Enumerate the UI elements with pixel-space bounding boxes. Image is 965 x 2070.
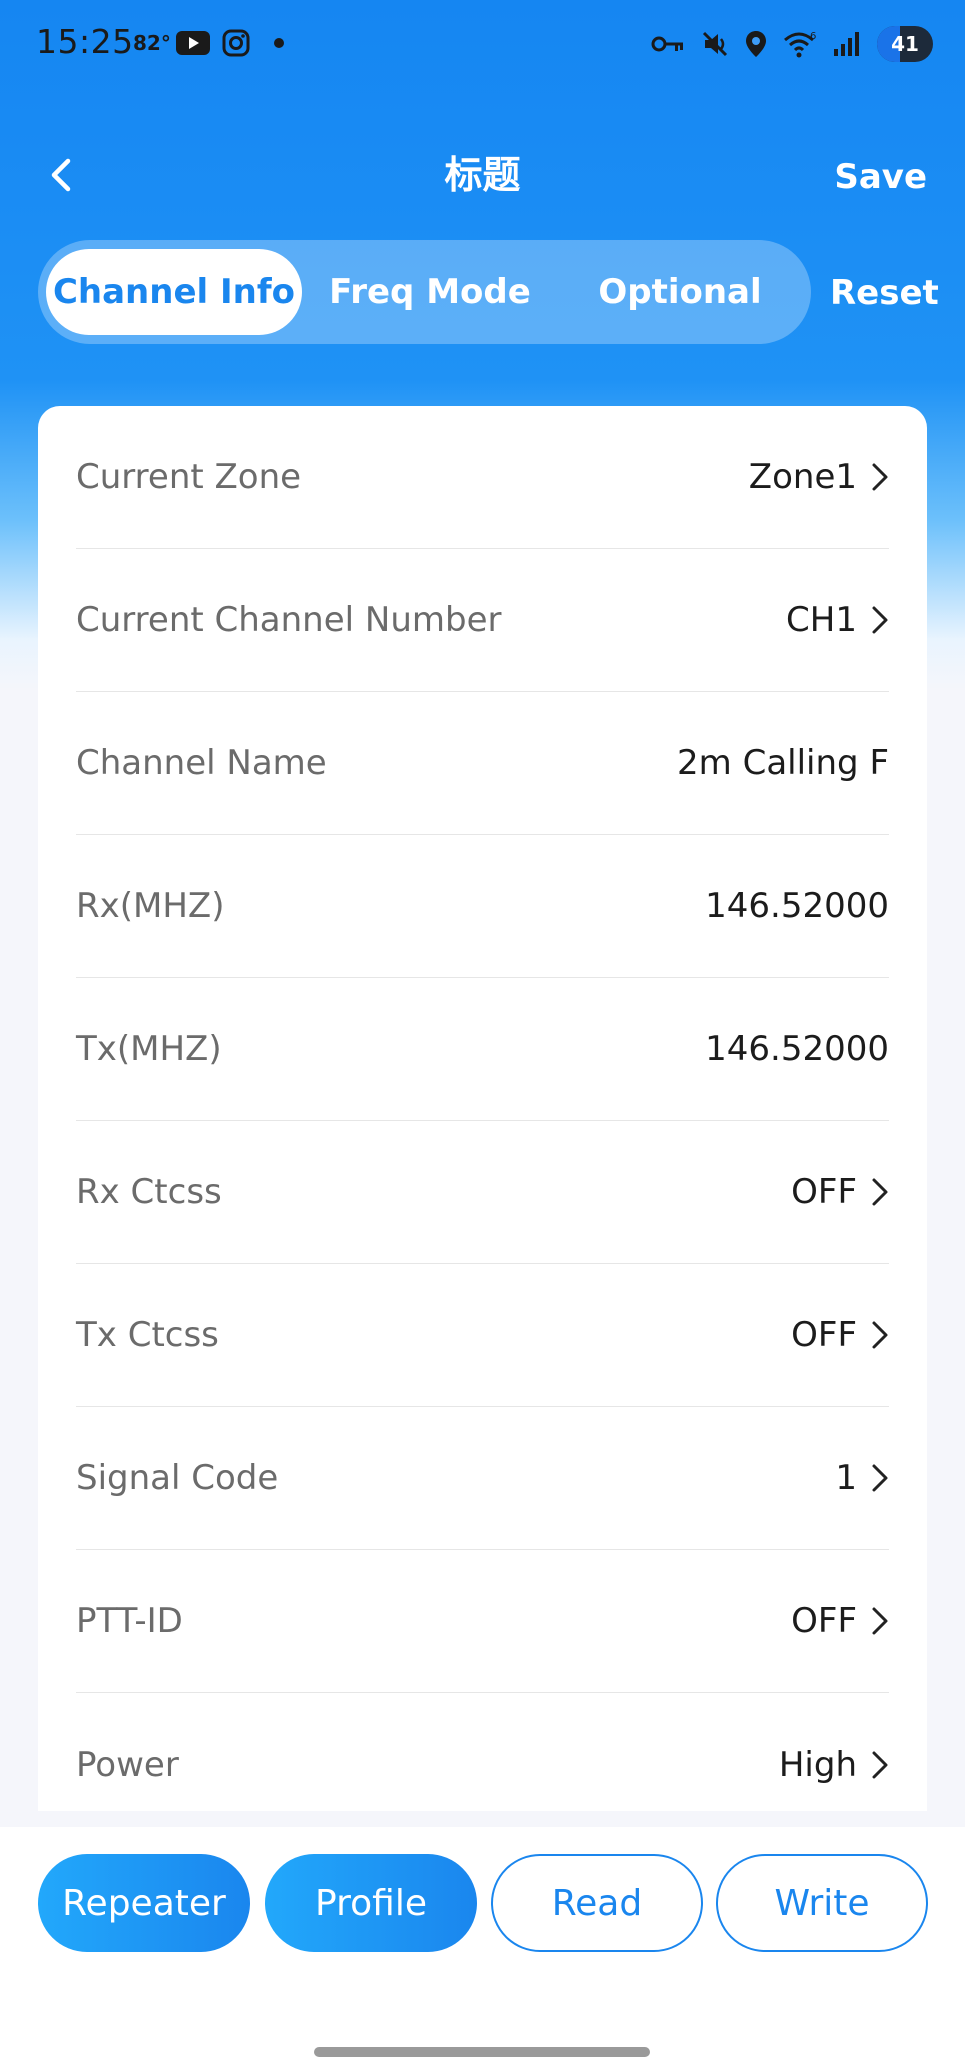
notification-dot-icon <box>274 38 284 48</box>
battery-icon: 41 <box>877 26 933 62</box>
bottom-action-bar: Repeater Profile Read Write <box>0 1827 965 2070</box>
reset-button[interactable]: Reset <box>830 268 939 318</box>
row-label: Tx(MHZ) <box>76 1029 222 1069</box>
chevron-right-icon <box>872 1464 888 1492</box>
home-indicator[interactable] <box>314 2047 650 2057</box>
row-value: High <box>778 1744 857 1785</box>
row-label: Current Zone <box>76 457 302 497</box>
row-value: 1 <box>835 1458 857 1498</box>
row-tx-ctcss[interactable]: Tx Ctcss OFF <box>76 1264 889 1407</box>
row-label: Channel Name <box>76 743 327 783</box>
row-label: Tx Ctcss <box>76 1315 219 1355</box>
row-label: Rx(MHZ) <box>76 886 225 926</box>
youtube-icon <box>176 31 210 55</box>
tab-optional[interactable]: Optional <box>558 249 802 335</box>
instagram-icon <box>222 29 250 57</box>
row-current-channel-number[interactable]: Current Channel Number CH1 <box>76 549 889 692</box>
row-rx-ctcss[interactable]: Rx Ctcss OFF <box>76 1121 889 1264</box>
svg-text:6: 6 <box>810 31 816 42</box>
row-channel-name[interactable]: Channel Name 2m Calling F <box>76 692 889 835</box>
row-value: 2m Calling F <box>677 743 889 783</box>
chevron-right-icon <box>872 1321 888 1349</box>
status-time: 15:25 <box>36 22 134 61</box>
row-value-wrap: 1 <box>835 1458 889 1498</box>
write-button[interactable]: Write <box>716 1854 928 1952</box>
battery-label: 41 <box>891 32 919 56</box>
row-rx-mhz[interactable]: Rx(MHZ) 146.52000 <box>76 835 889 978</box>
status-bar: 15:25 82° 6 41 <box>0 0 965 86</box>
screen: 15:25 82° 6 41 标题 Save Channel Info Freq… <box>0 0 965 2070</box>
row-label: Rx Ctcss <box>76 1172 222 1212</box>
channel-info-card: Current Zone Zone1 Current Channel Numbe… <box>38 406 927 1811</box>
row-value: CH1 <box>786 600 857 640</box>
chevron-right-icon <box>872 1178 888 1206</box>
repeater-button[interactable]: Repeater <box>38 1854 250 1952</box>
status-temperature: 82° <box>133 31 171 55</box>
row-value: OFF <box>791 1601 857 1641</box>
tab-channel-info[interactable]: Channel Info <box>46 249 302 335</box>
page-title: 标题 <box>444 153 521 197</box>
chevron-right-icon <box>872 606 888 634</box>
location-icon <box>746 31 766 57</box>
read-button[interactable]: Read <box>491 1854 703 1952</box>
row-value: 146.52000 <box>705 1029 889 1069</box>
row-value: OFF <box>791 1172 857 1212</box>
row-value: 146.52000 <box>705 886 889 926</box>
row-value-wrap: 146.52000 <box>705 1029 889 1069</box>
row-value-wrap: 146.52000 <box>705 886 889 926</box>
row-signal-code[interactable]: Signal Code 1 <box>76 1407 889 1550</box>
save-button[interactable]: Save <box>834 152 927 202</box>
vpn-key-icon <box>651 36 683 52</box>
chevron-right-icon <box>872 463 888 491</box>
chevron-right-icon <box>872 1607 888 1635</box>
tab-freq-mode[interactable]: Freq Mode <box>310 249 550 335</box>
row-label: PTT-ID <box>76 1601 183 1641</box>
row-label: Current Channel Number <box>76 600 502 640</box>
wifi-icon: 6 <box>784 31 816 58</box>
row-label: Power <box>76 1744 179 1785</box>
row-value-wrap: 2m Calling F <box>677 743 889 783</box>
row-power[interactable]: Power High <box>76 1693 889 1811</box>
status-icons: 6 41 <box>651 24 933 64</box>
row-value-wrap: OFF <box>791 1601 889 1641</box>
row-value-wrap: OFF <box>791 1172 889 1212</box>
chevron-right-icon <box>872 1751 888 1778</box>
row-value: Zone1 <box>748 457 857 497</box>
row-value-wrap: CH1 <box>786 600 889 640</box>
segmented-tabs: Channel Info Freq Mode Optional <box>38 240 811 344</box>
row-value-wrap: OFF <box>791 1315 889 1355</box>
row-value-wrap: Zone1 <box>749 457 889 497</box>
row-value: OFF <box>791 1315 857 1355</box>
vibrate-mute-icon <box>702 31 728 57</box>
row-tx-mhz[interactable]: Tx(MHZ) 146.52000 <box>76 978 889 1121</box>
row-current-zone[interactable]: Current Zone Zone1 <box>76 406 889 549</box>
profile-button[interactable]: Profile <box>265 1854 477 1952</box>
row-label: Signal Code <box>76 1458 279 1498</box>
signal-icon <box>834 32 859 56</box>
row-ptt-id[interactable]: PTT-ID OFF <box>76 1550 889 1693</box>
row-value-wrap: High <box>779 1745 889 1785</box>
